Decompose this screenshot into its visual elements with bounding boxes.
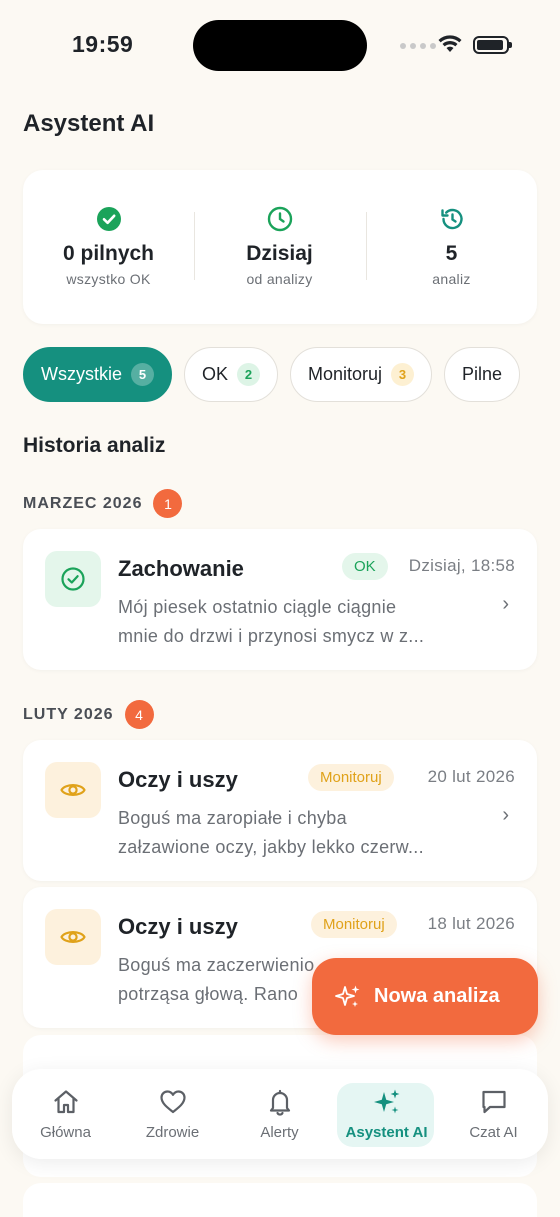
filter-count: 5 bbox=[131, 363, 154, 386]
filter-monitor[interactable]: Monitoruj 3 bbox=[290, 347, 433, 402]
category-icon-box bbox=[45, 909, 101, 965]
filter-label: Pilne bbox=[462, 364, 503, 384]
chevron-right-icon: › bbox=[502, 804, 509, 826]
tab-label: Asystent AI bbox=[345, 1124, 428, 1141]
summary-last-sub: od analizy bbox=[246, 271, 313, 287]
filter-urgent[interactable]: Pilne bbox=[444, 347, 521, 402]
month-count-badge: 4 bbox=[124, 700, 154, 729]
description-line: Mój piesek ostatnio ciągle ciągnie bbox=[118, 597, 397, 617]
summary-urgent-value: 0 pilnych bbox=[62, 242, 155, 265]
home-icon bbox=[53, 1090, 78, 1114]
tab-home[interactable]: Główna bbox=[12, 1069, 119, 1159]
bell-icon bbox=[269, 1089, 290, 1116]
page-title: Asystent AI bbox=[23, 110, 155, 137]
tab-bar: Główna Zdrowie Alerty Asystent AI Czat A… bbox=[12, 1069, 548, 1159]
filter-chips: Wszystkie 5 OK 2 Monitoruj 3 Pilne bbox=[23, 347, 560, 403]
filter-label: OK bbox=[202, 364, 229, 384]
summary-card: 0 pilnych wszystko OK Dzisiaj od analizy… bbox=[23, 170, 537, 324]
filter-label: Monitoruj bbox=[308, 364, 383, 384]
description-line: mnie do drzwi i przynosi smycz w z... bbox=[118, 626, 425, 646]
tab-label: Alerty bbox=[260, 1124, 299, 1141]
status-badge: Monitoruj bbox=[311, 911, 397, 938]
analysis-title: Oczy i uszy bbox=[118, 914, 238, 939]
analysis-title: Oczy i uszy bbox=[118, 767, 238, 792]
check-circle-icon bbox=[61, 567, 85, 591]
eye-icon bbox=[60, 931, 86, 943]
new-analysis-label: Nowa analiza bbox=[374, 985, 500, 1007]
chevron-right-icon: › bbox=[502, 593, 509, 615]
analysis-card[interactable] bbox=[23, 1183, 537, 1217]
status-bar: 19:59 bbox=[0, 0, 560, 92]
new-analysis-button[interactable]: Nowa analiza bbox=[312, 958, 538, 1035]
analysis-date: Dzisiaj, 18:58 bbox=[408, 556, 515, 575]
month-label: MARZEC 2026 bbox=[23, 494, 143, 512]
summary-urgent-sub: wszystko OK bbox=[66, 271, 151, 287]
summary-last-analysis: Dzisiaj od analizy bbox=[194, 170, 365, 324]
category-icon-box bbox=[45, 551, 101, 607]
battery-icon bbox=[473, 36, 512, 54]
filter-count: 3 bbox=[391, 363, 415, 386]
eye-icon bbox=[60, 784, 86, 796]
tab-ai-assistant[interactable]: Asystent AI bbox=[333, 1069, 440, 1159]
status-time: 19:59 bbox=[72, 31, 134, 57]
sparkles-icon bbox=[373, 1089, 399, 1114]
tab-ai-chat[interactable]: Czat AI bbox=[440, 1069, 547, 1159]
tab-health[interactable]: Zdrowie bbox=[119, 1069, 226, 1159]
analysis-description: Mój piesek ostatnio ciągle ciągnie mnie … bbox=[118, 593, 488, 651]
signal-icon bbox=[400, 43, 436, 49]
analysis-card[interactable]: Oczy i uszy Monitoruj 20 lut 2026 Boguś … bbox=[23, 740, 537, 881]
filter-ok[interactable]: OK 2 bbox=[184, 347, 279, 402]
analysis-description: Boguś ma zaropiałe i chyba załzawione oc… bbox=[118, 804, 488, 862]
sparkles-icon bbox=[335, 985, 360, 1007]
summary-total-value: 5 bbox=[445, 242, 458, 265]
analysis-card[interactable]: Zachowanie OK Dzisiaj, 18:58 Mój piesek … bbox=[23, 529, 537, 670]
tab-label: Zdrowie bbox=[145, 1124, 200, 1141]
analysis-date: 20 lut 2026 bbox=[427, 767, 515, 786]
dynamic-island bbox=[193, 20, 367, 71]
filter-label: Wszystkie bbox=[41, 364, 122, 384]
filter-all[interactable]: Wszystkie 5 bbox=[23, 347, 172, 402]
history-icon bbox=[440, 208, 463, 230]
summary-total: 5 analiz bbox=[366, 170, 537, 324]
status-badge: OK bbox=[342, 553, 388, 580]
clock-icon bbox=[267, 206, 292, 232]
month-label: LUTY 2026 bbox=[23, 705, 114, 723]
month-count-badge: 1 bbox=[153, 489, 183, 518]
tab-alerts[interactable]: Alerty bbox=[226, 1069, 333, 1159]
filter-count: 2 bbox=[237, 363, 261, 386]
description-line: Boguś ma zaropiałe i chyba bbox=[118, 808, 347, 828]
wifi-icon bbox=[438, 35, 462, 52]
heart-icon bbox=[159, 1090, 186, 1114]
check-circle-icon bbox=[96, 207, 121, 231]
analysis-title: Zachowanie bbox=[118, 556, 244, 581]
month-header: MARZEC 2026 1 bbox=[23, 489, 183, 518]
tab-label: Czat AI bbox=[469, 1124, 518, 1141]
chat-icon bbox=[481, 1090, 506, 1114]
summary-total-sub: analiz bbox=[432, 271, 471, 287]
category-icon-box bbox=[45, 762, 101, 818]
status-badge: Monitoruj bbox=[308, 764, 394, 791]
description-line: załzawione oczy, jakby lekko czerw... bbox=[118, 837, 424, 857]
summary-urgent: 0 pilnych wszystko OK bbox=[23, 170, 194, 324]
month-header: LUTY 2026 4 bbox=[23, 700, 154, 729]
tab-label: Główna bbox=[40, 1124, 91, 1141]
history-title: Historia analiz bbox=[23, 434, 166, 457]
summary-last-value: Dzisiaj bbox=[246, 242, 313, 265]
analysis-date: 18 lut 2026 bbox=[427, 914, 515, 933]
